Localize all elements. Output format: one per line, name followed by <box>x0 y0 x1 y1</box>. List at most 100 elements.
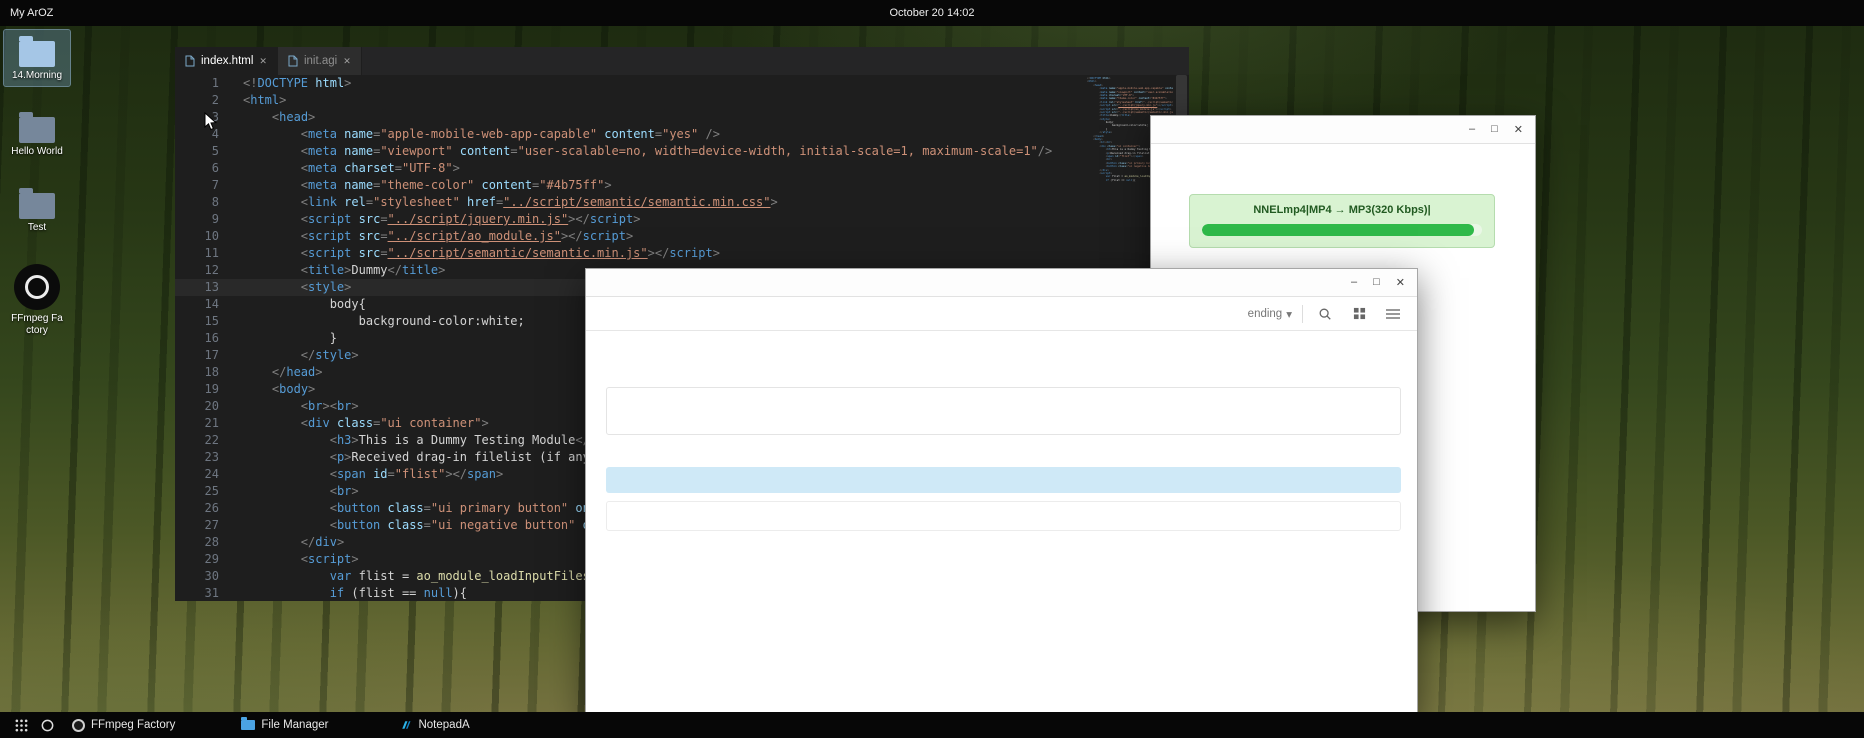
folder-icon <box>19 117 55 143</box>
code-line[interactable]: 1<!DOCTYPE html> <box>175 75 1189 92</box>
code-text: <head> <box>219 109 315 126</box>
code-text: <meta charset="UTF-8"> <box>219 160 460 177</box>
sort-label: ending <box>1248 308 1283 320</box>
close-button[interactable]: ✕ <box>1514 123 1523 136</box>
taskbar-item-ffmpeg-factory[interactable]: FFmpeg Factory <box>72 719 175 732</box>
code-line[interactable]: 11 <script src="../script/semantic/seman… <box>175 245 1189 262</box>
code-line[interactable]: 8 <link rel="stylesheet" href="../script… <box>175 194 1189 211</box>
code-line[interactable]: 7 <meta name="theme-color" content="#4b7… <box>175 177 1189 194</box>
sort-dropdown[interactable]: ending ▾ <box>1248 307 1292 321</box>
line-number: 19 <box>175 381 219 398</box>
desktop-icon-label: 14.Morning <box>6 70 68 82</box>
code-text: <script src="../script/semantic/semantic… <box>219 245 720 262</box>
taskbar-item-notepada[interactable]: NotepadA <box>400 719 469 731</box>
code-line[interactable]: 10 <script src="../script/ao_module.js">… <box>175 228 1189 245</box>
desktop-icon-ffmpeg-fa-ctory[interactable]: FFmpeg Fa ctory <box>4 258 70 341</box>
window-titlebar[interactable]: – □ ✕ <box>586 269 1417 297</box>
code-text: <script src="../script/ao_module.js"></s… <box>219 228 633 245</box>
code-text: <style> <box>219 279 351 296</box>
desktop-icon-label: Hello World <box>6 146 68 158</box>
code-text: </style> <box>219 347 359 364</box>
code-text: <link rel="stylesheet" href="../script/s… <box>219 194 778 211</box>
code-text: <html> <box>219 92 286 109</box>
code-text: <!DOCTYPE html> <box>219 75 351 92</box>
close-icon[interactable]: ✕ <box>259 56 267 67</box>
line-number: 29 <box>175 551 219 568</box>
code-text: <script> <box>219 551 359 568</box>
file-list-window[interactable]: – □ ✕ ending ▾ <box>585 268 1418 722</box>
code-text: <span id="flist"></span> <box>219 466 503 483</box>
file-list-row-1[interactable] <box>606 387 1401 435</box>
list-view-button[interactable] <box>1381 302 1405 326</box>
chevron-down-icon: ▾ <box>1286 307 1292 321</box>
desktop-icon-area: 14.Morning Hello World Test FFmpeg Fa ctory <box>4 30 74 361</box>
folder-icon <box>241 720 255 730</box>
code-text: <script src="../script/jquery.min.js"></… <box>219 211 640 228</box>
tab-index-html[interactable]: index.html✕ <box>175 47 278 75</box>
maximize-button[interactable]: □ <box>1491 123 1498 136</box>
ffmpeg-app-icon <box>72 719 85 732</box>
app-launcher-button[interactable] <box>8 719 34 732</box>
code-text: <p>Received drag-in filelist (if any)</p… <box>219 449 626 466</box>
taskbar: FFmpeg Factory File Manager NotepadA <box>0 712 1864 738</box>
progress-bar <box>1202 224 1482 236</box>
line-number: 10 <box>175 228 219 245</box>
taskbar-item-file-manager[interactable]: File Manager <box>241 719 328 731</box>
line-number: 15 <box>175 313 219 330</box>
tab-init-agi[interactable]: init.agi ✕ <box>278 47 362 75</box>
close-icon[interactable]: ✕ <box>343 56 351 67</box>
maximize-button[interactable]: □ <box>1373 276 1380 289</box>
line-number: 23 <box>175 449 219 466</box>
file-list-row-3[interactable] <box>606 501 1401 531</box>
minimize-button[interactable]: – <box>1469 123 1475 136</box>
line-number: 8 <box>175 194 219 211</box>
line-number: 1 <box>175 75 219 92</box>
line-number: 21 <box>175 415 219 432</box>
notepada-icon <box>400 719 412 731</box>
system-clock: October 20 14:02 <box>0 7 1864 19</box>
line-number: 30 <box>175 568 219 585</box>
line-number: 20 <box>175 398 219 415</box>
line-number: 26 <box>175 500 219 517</box>
toolbar-divider <box>1302 305 1303 323</box>
code-line[interactable]: 9 <script src="../script/jquery.min.js">… <box>175 211 1189 228</box>
grid-icon <box>1353 307 1366 320</box>
grid-view-button[interactable] <box>1347 302 1371 326</box>
folder-icon <box>19 41 55 67</box>
line-number: 25 <box>175 483 219 500</box>
code-line[interactable]: 3 <head> <box>175 109 1189 126</box>
window-titlebar[interactable]: – □ ✕ <box>1151 116 1535 144</box>
tab-label: init.agi <box>304 55 337 67</box>
code-text: <h3>This is a Dummy Testing Module</h3> <box>219 432 612 449</box>
desktop-icon-label: Test <box>6 222 68 234</box>
code-line[interactable]: 4 <meta name="apple-mobile-web-app-capab… <box>175 126 1189 143</box>
line-number: 17 <box>175 347 219 364</box>
code-text: <div class="ui container"> <box>219 415 489 432</box>
editor-tab-bar: index.html✕ init.agi ✕ <box>175 47 1189 75</box>
desktop-icon-test[interactable]: Test <box>4 182 70 238</box>
line-number: 5 <box>175 143 219 160</box>
desktop-icon-label: FFmpeg Fa ctory <box>6 313 68 337</box>
taskbar-item-label: FFmpeg Factory <box>91 719 175 731</box>
line-number: 31 <box>175 585 219 601</box>
desktop-icon-hello-world[interactable]: Hello World <box>4 106 70 162</box>
minimize-button[interactable]: – <box>1351 276 1357 289</box>
code-line[interactable]: 2<html> <box>175 92 1189 109</box>
line-number: 28 <box>175 534 219 551</box>
line-number: 16 <box>175 330 219 347</box>
close-button[interactable]: ✕ <box>1396 276 1405 289</box>
circle-icon <box>40 718 55 733</box>
code-text: <meta name="apple-mobile-web-app-capable… <box>219 126 720 143</box>
progress-bar-fill <box>1202 224 1474 236</box>
desktop-icon-14-morning[interactable]: 14.Morning <box>4 30 70 86</box>
taskbar-item-label: NotepadA <box>418 719 469 731</box>
quick-launch-button[interactable] <box>34 718 60 733</box>
file-list-row-2[interactable] <box>606 467 1401 493</box>
search-button[interactable] <box>1313 302 1337 326</box>
file-list-content <box>586 331 1417 721</box>
line-number: 9 <box>175 211 219 228</box>
top-menubar: My ArOZ October 20 14:02 <box>0 0 1864 26</box>
code-line[interactable]: 6 <meta charset="UTF-8"> <box>175 160 1189 177</box>
code-text: body{ <box>219 296 366 313</box>
code-line[interactable]: 5 <meta name="viewport" content="user-sc… <box>175 143 1189 160</box>
